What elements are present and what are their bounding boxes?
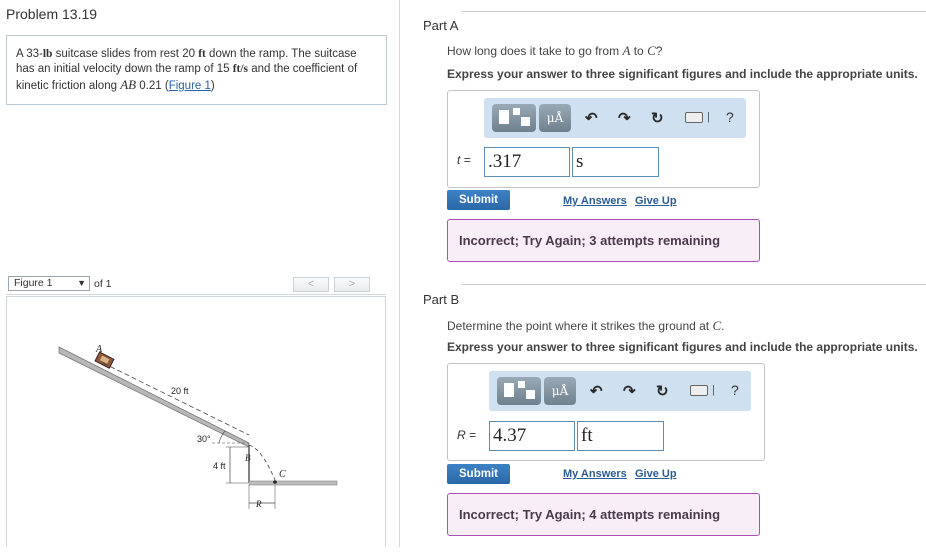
part-b-answer-box: μÅ ↶ ↷ ↻ | ? R = 4.37 ft: [447, 363, 765, 461]
figure-toolbar: Figure 1 ▼ of 1 < >: [6, 275, 386, 295]
part-a-feedback: Incorrect; Try Again; 3 attempts remaini…: [447, 219, 760, 262]
figure-area: A B C R 20 ft 30° 4 ft: [6, 296, 386, 547]
label-b: B: [245, 453, 251, 463]
part-b-value-input[interactable]: 4.37: [489, 421, 575, 451]
part-a-submit-button[interactable]: Submit: [447, 190, 510, 210]
next-figure-button[interactable]: >: [334, 277, 370, 292]
ramp-diagram: A B C R 20 ft 30° 4 ft: [58, 344, 338, 509]
part-b-variable: R =: [457, 428, 477, 442]
problem-title: Problem 13.19: [6, 6, 98, 22]
part-a-variable: t =: [457, 153, 471, 167]
trajectory-path: [248, 444, 276, 481]
part-a-unit-input[interactable]: s: [572, 147, 659, 177]
part-b-question: Determine the point where it strikes the…: [447, 318, 725, 333]
label-4ft: 4 ft: [213, 461, 226, 471]
label-r: R: [255, 499, 262, 509]
part-a-label: Part A: [423, 18, 459, 33]
part-b-toolbar: μÅ ↶ ↷ ↻ | ?: [489, 371, 751, 411]
part-a-value-input[interactable]: .317: [484, 147, 570, 177]
part-b-give-up-link[interactable]: Give Up: [635, 468, 677, 480]
ramp-dimension-line: [102, 362, 250, 436]
problem-statement: A 33-lb suitcase slides from rest 20 ft …: [6, 35, 387, 105]
ramp-surface: [58, 346, 250, 448]
part-a-toolbar: μÅ ↶ ↷ ↻ | ?: [484, 98, 746, 138]
part-b-label: Part B: [423, 292, 460, 307]
prev-figure-button[interactable]: <: [293, 277, 329, 292]
problem-panel: Problem 13.19 A 33-lb suitcase slides fr…: [0, 0, 400, 547]
part-b-feedback: Incorrect; Try Again; 4 attempts remaini…: [447, 493, 760, 536]
dropdown-arrow-icon: ▼: [77, 278, 86, 288]
keyboard-icon[interactable]: [685, 112, 703, 123]
units-button[interactable]: μÅ: [539, 104, 571, 132]
undo-icon[interactable]: ↶: [590, 382, 603, 400]
templates-icon[interactable]: [492, 104, 536, 132]
reset-icon[interactable]: ↻: [651, 109, 664, 127]
figure-count: of 1: [94, 278, 112, 290]
label-20ft: 20 ft: [171, 386, 189, 396]
part-b-unit-input[interactable]: ft: [577, 421, 664, 451]
part-a-instructions: Express your answer to three significant…: [447, 67, 918, 81]
units-button[interactable]: μÅ: [544, 377, 576, 405]
part-b-divider: [462, 284, 926, 285]
redo-icon[interactable]: ↷: [618, 109, 631, 127]
part-b-my-answers-link[interactable]: My Answers: [563, 468, 627, 480]
keyboard-icon[interactable]: [690, 385, 708, 396]
help-icon[interactable]: ?: [731, 382, 739, 398]
part-a-my-answers-link[interactable]: My Answers: [563, 195, 627, 207]
templates-icon[interactable]: [497, 377, 541, 405]
label-a: A: [95, 344, 103, 355]
undo-icon[interactable]: ↶: [585, 109, 598, 127]
label-c: C: [279, 469, 286, 480]
help-icon[interactable]: ?: [726, 109, 734, 125]
answer-panel: Part A How long does it take to go from …: [400, 0, 926, 547]
redo-icon[interactable]: ↷: [623, 382, 636, 400]
part-b-instructions: Express your answer to three significant…: [447, 340, 918, 354]
figure-select[interactable]: Figure 1 ▼: [8, 276, 90, 291]
figure-link[interactable]: Figure 1: [169, 80, 211, 92]
label-angle: 30°: [197, 434, 211, 444]
part-b-submit-button[interactable]: Submit: [447, 464, 510, 484]
part-a-divider: [462, 11, 926, 12]
ground-surface: [248, 480, 338, 486]
reset-icon[interactable]: ↻: [656, 382, 669, 400]
part-a-answer-box: μÅ ↶ ↷ ↻ | ? t = .317 s: [447, 90, 760, 188]
landing-point: [273, 480, 277, 484]
part-a-question: How long does it take to go from A to C?: [447, 43, 663, 58]
part-a-give-up-link[interactable]: Give Up: [635, 195, 677, 207]
